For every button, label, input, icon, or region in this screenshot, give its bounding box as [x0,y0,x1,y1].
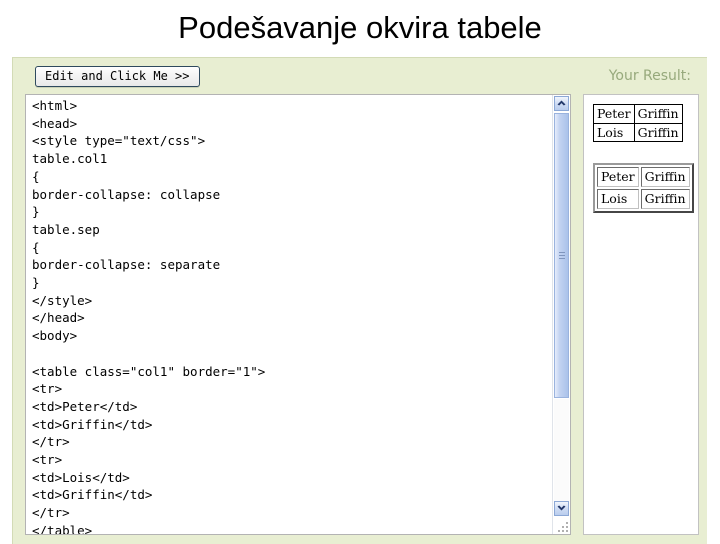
table-cell: Lois [597,188,639,209]
table-cell: Griffin [633,104,683,124]
page-title: Podešavanje okvira tabele [178,10,542,45]
tryit-editor-widget: Edit and Click Me >> Your Result: <html>… [12,57,707,544]
scrollbar-thumb[interactable] [554,113,569,398]
scroll-down-button[interactable] [554,501,569,516]
result-output-panel: Peter Griffin Lois Griffin Peter Griffin… [583,94,699,535]
code-editor-panel[interactable]: <html> <head> <style type="text/css"> ta… [25,94,571,535]
code-editor-text[interactable]: <html> <head> <style type="text/css"> ta… [32,97,548,534]
scroll-up-button[interactable] [554,96,569,111]
code-editor-scrollbar[interactable] [552,95,570,534]
rendered-table-collapse: Peter Griffin Lois Griffin [593,104,683,143]
edit-and-click-me-button[interactable]: Edit and Click Me >> [35,66,200,87]
rendered-table-separate: Peter Griffin Lois Griffin [593,163,694,213]
resize-grip-icon[interactable] [557,521,568,532]
table-cell: Peter [593,104,635,124]
scrollbar-grip-icon [559,251,565,260]
table-row: Lois Griffin [597,188,690,209]
chevron-down-icon [557,505,566,511]
table-row: Peter Griffin [597,167,690,187]
result-output-content: Peter Griffin Lois Griffin Peter Griffin… [584,95,698,213]
table-row: Peter Griffin [593,104,683,124]
table-cell: Griffin [640,167,690,187]
table-cell: Lois [593,122,635,143]
scrollbar-track[interactable] [554,399,569,516]
widget-toolbar: Edit and Click Me >> Your Result: [13,58,707,94]
table-cell: Peter [597,167,639,187]
table-row: Lois Griffin [593,122,683,143]
table-cell: Griffin [640,188,690,209]
table-cell: Griffin [633,122,683,143]
result-panel-label: Your Result: [608,68,691,84]
editor-panels-row: <html> <head> <style type="text/css"> ta… [13,94,707,544]
chevron-up-icon [557,100,566,106]
